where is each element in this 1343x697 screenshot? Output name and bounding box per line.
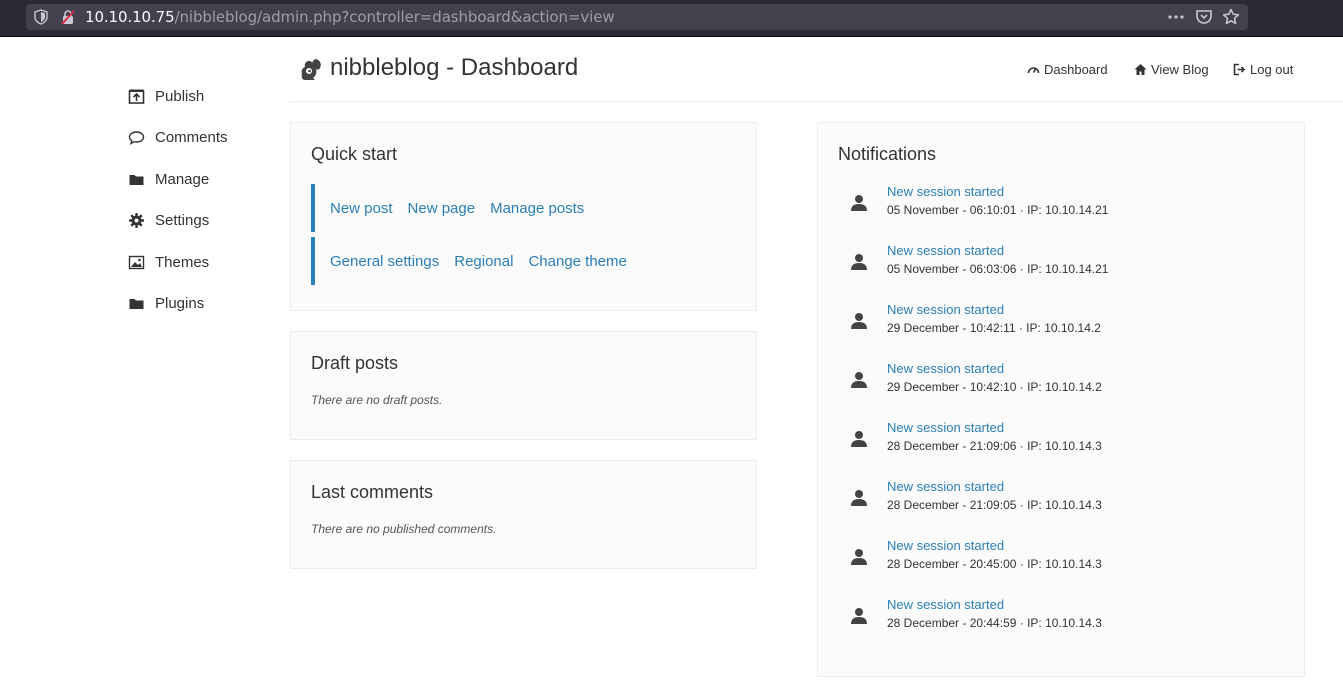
notification-title-link[interactable]: New session started [887, 184, 1004, 199]
user-icon [851, 549, 867, 565]
gear-icon [129, 212, 144, 228]
sidebar-item-settings[interactable]: Settings [128, 206, 209, 234]
notification-item: New session started 28 December - 21:09:… [838, 479, 1278, 519]
user-icon [851, 195, 867, 211]
notification-title-link[interactable]: New session started [887, 243, 1004, 258]
sidebar-item-label: Publish [155, 87, 205, 105]
quick-start-panel: Quick start New post New page Manage pos… [290, 122, 757, 311]
pocket-icon[interactable] [1195, 8, 1213, 26]
last-comments-empty-message: There are no published comments. [311, 522, 497, 536]
user-icon [851, 372, 867, 388]
user-icon [851, 608, 867, 624]
nav-view-blog[interactable]: View Blog [1134, 62, 1209, 77]
notification-title-link[interactable]: New session started [887, 538, 1004, 553]
home-icon [1134, 64, 1147, 75]
url-host: 10.10.10.75 [85, 8, 175, 26]
nav-label: Log out [1250, 62, 1294, 77]
quick-start-title: Quick start [311, 144, 398, 164]
notification-item: New session started 29 December - 10:42:… [838, 361, 1278, 401]
quick-start-row-content: New post New page Manage posts [311, 184, 757, 232]
comment-icon [128, 130, 145, 145]
regional-link[interactable]: Regional [454, 253, 513, 270]
toolbar-divider [0, 36, 1343, 37]
notification-item: New session started 28 December - 20:45:… [838, 538, 1278, 578]
notification-meta: 28 December - 20:45:00 · IP: 10.10.14.3 [887, 557, 1102, 571]
sidebar-item-label: Manage [155, 170, 210, 188]
new-page-link[interactable]: New page [408, 200, 476, 217]
notification-item: New session started 29 December - 10:42:… [838, 302, 1278, 342]
notification-meta: 05 November - 06:03:06 · IP: 10.10.14.21 [887, 262, 1109, 276]
url-path: /nibbleblog/admin.php?controller=dashboa… [174, 8, 615, 26]
folder-icon [129, 174, 144, 185]
sidebar-item-label: Themes [155, 253, 210, 271]
sidebar-item-label: Comments [155, 128, 228, 146]
user-icon [851, 431, 867, 447]
notification-meta: 28 December - 21:09:06 · IP: 10.10.14.3 [887, 439, 1102, 453]
dashboard-icon [1027, 67, 1040, 74]
last-comments-title: Last comments [311, 482, 434, 502]
url-text[interactable]: 10.10.10.75/nibbleblog/admin.php?control… [85, 8, 615, 26]
sidebar-item-label: Settings [155, 211, 210, 229]
notification-meta: 29 December - 10:42:11 · IP: 10.10.14.2 [887, 321, 1101, 335]
notification-item: New session started 05 November - 06:10:… [838, 184, 1278, 224]
notification-title-link[interactable]: New session started [887, 420, 1004, 435]
notification-meta: 28 December - 20:44:59 · IP: 10.10.14.3 [887, 616, 1102, 630]
last-comments-panel: Last comments There are no published com… [290, 460, 757, 569]
insecure-lock-icon[interactable] [60, 9, 76, 25]
user-icon [851, 490, 867, 506]
notification-item: New session started 28 December - 20:44:… [838, 597, 1278, 637]
manage-posts-link[interactable]: Manage posts [490, 200, 584, 217]
sidebar-item-publish[interactable]: Publish [128, 82, 204, 110]
nibbleblog-logo-icon [301, 59, 321, 80]
image-icon [128, 255, 145, 269]
notification-meta: 05 November - 06:10:01 · IP: 10.10.14.21 [887, 203, 1109, 217]
general-settings-link[interactable]: General settings [330, 253, 439, 270]
nav-log-out[interactable]: Log out [1233, 62, 1293, 77]
nav-label: Dashboard [1044, 62, 1108, 77]
user-icon [851, 254, 867, 270]
change-theme-link[interactable]: Change theme [528, 253, 626, 270]
nav-label: View Blog [1151, 62, 1209, 77]
user-icon [851, 313, 867, 329]
sidebar-item-themes[interactable]: Themes [128, 248, 209, 276]
notification-title-link[interactable]: New session started [887, 302, 1004, 317]
draft-posts-empty-message: There are no draft posts. [311, 393, 443, 407]
tracking-shield-icon[interactable] [34, 9, 48, 25]
notifications-panel: Notifications New session started 05 Nov… [817, 122, 1305, 677]
draft-posts-panel: Draft posts There are no draft posts. [290, 331, 757, 440]
notification-item: New session started 28 December - 21:09:… [838, 420, 1278, 460]
bookmark-star-icon[interactable] [1222, 8, 1240, 26]
header-divider [290, 101, 1343, 102]
publish-icon [128, 89, 145, 104]
quick-start-row-settings: General settings Regional Change theme [311, 237, 757, 285]
nav-dashboard[interactable]: Dashboard [1027, 62, 1108, 77]
page-title: nibbleblog - Dashboard [330, 54, 579, 81]
browser-toolbar: 10.10.10.75/nibbleblog/admin.php?control… [0, 0, 1343, 37]
sidebar-item-comments[interactable]: Comments [128, 123, 228, 151]
notification-meta: 29 December - 10:42:10 · IP: 10.10.14.2 [887, 380, 1102, 394]
sidebar-item-manage[interactable]: Manage [128, 165, 209, 193]
more-actions-icon[interactable] [1167, 8, 1185, 26]
notifications-title: Notifications [838, 144, 937, 164]
address-bar[interactable]: 10.10.10.75/nibbleblog/admin.php?control… [26, 4, 1248, 30]
sidebar-item-plugins[interactable]: Plugins [128, 289, 204, 317]
notification-item: New session started 05 November - 06:03:… [838, 243, 1278, 283]
notification-title-link[interactable]: New session started [887, 479, 1004, 494]
logout-icon [1233, 63, 1246, 76]
notification-meta: 28 December - 21:09:05 · IP: 10.10.14.3 [887, 498, 1102, 512]
folder-icon [129, 298, 144, 309]
draft-posts-title: Draft posts [311, 353, 399, 373]
notification-title-link[interactable]: New session started [887, 361, 1004, 376]
notification-title-link[interactable]: New session started [887, 597, 1004, 612]
sidebar-item-label: Plugins [155, 294, 205, 312]
new-post-link[interactable]: New post [330, 200, 393, 217]
